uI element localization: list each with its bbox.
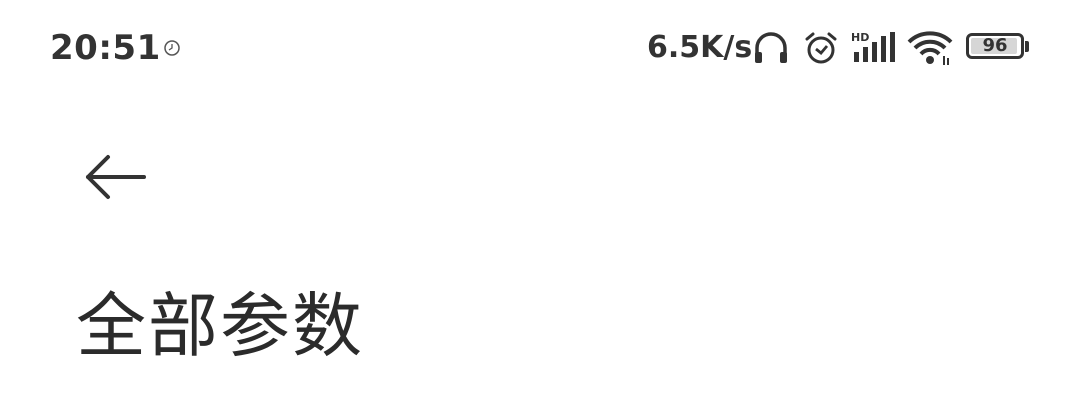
status-time: 20:51 [50,28,161,68]
battery-level: 96 [982,35,1008,56]
network-speed: 6.5K/s [647,30,753,65]
sync-icon [164,40,180,56]
signal-icon: HD [851,31,895,62]
back-button[interactable] [78,145,158,209]
arrow-left-icon [86,155,146,199]
status-bar: 20:51 6.5K/s HD 96 [0,0,1080,96]
wifi-icon [907,31,953,65]
signal-hd-label: HD [851,31,869,44]
battery-cap [1025,41,1029,52]
page-title: 全部参数 [76,285,364,367]
alarm-icon [805,32,837,64]
headphone-icon [755,32,787,63]
battery-icon: 96 [966,33,1024,59]
